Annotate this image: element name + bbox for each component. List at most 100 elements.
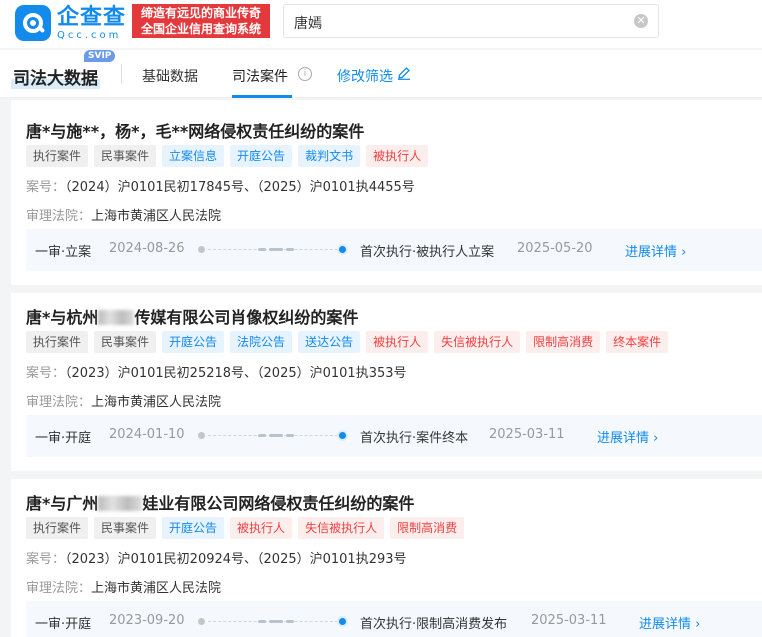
slogan-banner: 缔造有远见的商业传奇 全国企业信用查询系统 <box>132 4 270 38</box>
court-row: 审理法院：上海市黄浦区人民法院 <box>26 577 221 596</box>
case-tag[interactable]: 终本案件 <box>606 331 669 353</box>
court-name: 上海市黄浦区人民法院 <box>91 209 222 224</box>
slogan-line-2: 全国企业信用查询系统 <box>140 22 261 36</box>
court-label: 审理法院： <box>26 581 92 596</box>
case-number: （2024）沪0101民初17845号、（2025）沪0101执4455号 <box>65 180 415 195</box>
tag-list: 执行案件 民事案件 开庭公告 法院公告 送达公告 被执行人 失信被执行人 限制高… <box>26 331 669 353</box>
case-tag[interactable]: 开庭公告 <box>230 145 293 167</box>
search-logo-icon <box>15 5 51 41</box>
case-timeline: 一审·开庭 2024-01-10 首次执行·案件终本 2025-03-11 进展… <box>26 415 762 457</box>
timeline-end-dot <box>337 430 348 441</box>
case-title[interactable]: 唐*与广州 娃业有限公司网络侵权责任纠纷的案件 <box>26 490 414 514</box>
tab-basic-data[interactable]: 基础数据 <box>142 66 198 86</box>
case-number-row: 案号：（2023）沪0101民初25218号、（2025）沪0101执353号 <box>26 362 407 381</box>
timeline-dash <box>286 434 294 437</box>
case-title[interactable]: 唐*与杭州 传媒有限公司肖像权纠纷的案件 <box>26 304 358 328</box>
search-box[interactable]: 唐嫣 ✕ <box>283 4 659 38</box>
timeline-end-stage: 首次执行·限制高消费发布 <box>360 617 508 632</box>
page-title: 司法大数据 <box>11 64 100 89</box>
clear-icon[interactable]: ✕ <box>634 14 648 28</box>
progress-details-link[interactable]: 进展详情 › <box>625 241 686 260</box>
timeline-start-dot <box>198 246 205 253</box>
court-row: 审理法院：上海市黄浦区人民法院 <box>26 391 221 410</box>
timeline-start-stage: 一审·开庭 <box>35 617 92 632</box>
timeline-end-dot <box>337 616 348 627</box>
timeline-dash <box>258 248 266 251</box>
court-label: 审理法院： <box>26 395 92 410</box>
timeline-start-dot <box>198 618 205 625</box>
redacted-text <box>98 310 135 325</box>
court-row: 审理法院：上海市黄浦区人民法院 <box>26 205 221 224</box>
case-number: （2023）沪0101民初25218号、（2025）沪0101执353号 <box>65 366 407 381</box>
case-tag[interactable]: 被执行人 <box>366 145 429 167</box>
case-tag[interactable]: 立案信息 <box>162 145 225 167</box>
progress-details-label: 进展详情 <box>625 245 678 260</box>
case-tag[interactable]: 开庭公告 <box>162 517 225 539</box>
tab-bar: 司法大数据 SVIP 基础数据 司法案件 i 修改筛选 <box>0 50 762 98</box>
timeline-start-stage: 一审·开庭 <box>35 431 92 446</box>
slogan-line-1: 缔造有远见的商业传奇 <box>140 6 261 20</box>
edit-icon[interactable] <box>397 66 411 80</box>
case-tag: 民事案件 <box>94 517 157 539</box>
card-divider <box>11 471 762 479</box>
timeline-end-stage: 首次执行·被执行人立案 <box>360 245 495 260</box>
case-tag[interactable]: 限制高消费 <box>526 331 601 353</box>
svip-badge: SVIP <box>84 50 116 62</box>
card-divider <box>11 285 762 293</box>
chevron-right-icon: › <box>681 245 687 260</box>
case-tag[interactable]: 被执行人 <box>366 331 429 353</box>
case-card[interactable]: 唐*与施**，杨*，毛**网络侵权责任纠纷的案件 执行案件 民事案件 立案信息 … <box>11 100 762 285</box>
case-tag[interactable]: 限制高消费 <box>390 517 465 539</box>
timeline-dash <box>286 620 294 623</box>
timeline-end-date: 2025-03-11 <box>489 427 565 442</box>
case-title-prefix: 唐*与广州 <box>26 494 99 513</box>
active-tab-indicator <box>232 95 292 98</box>
edit-filter-link[interactable]: 修改筛选 <box>337 66 393 86</box>
tag-list: 执行案件 民事案件 立案信息 开庭公告 裁判文书 被执行人 <box>26 145 429 167</box>
search-input[interactable]: 唐嫣 <box>294 13 322 33</box>
chevron-right-icon: › <box>653 431 659 446</box>
info-icon[interactable]: i <box>298 67 312 81</box>
case-title-prefix: 唐*与杭州 <box>26 308 99 327</box>
court-name: 上海市黄浦区人民法院 <box>91 581 222 596</box>
case-number-row: 案号：（2023）沪0101民初20924号、（2025）沪0101执293号 <box>26 548 407 567</box>
progress-details-link[interactable]: 进展详情 › <box>597 427 658 446</box>
timeline-start-date: 2024-01-10 <box>109 427 185 442</box>
case-timeline: 一审·开庭 2023-09-20 首次执行·限制高消费发布 2025-03-11… <box>26 601 762 637</box>
timeline-dash <box>258 434 266 437</box>
court-name: 上海市黄浦区人民法院 <box>91 395 222 410</box>
tab-judicial-cases[interactable]: 司法案件 <box>232 66 288 86</box>
timeline-end-dot <box>337 244 348 255</box>
timeline-dash <box>269 434 283 437</box>
court-label: 审理法院： <box>26 209 92 224</box>
logo-name: 企查查 <box>57 4 127 30</box>
case-tag[interactable]: 失信被执行人 <box>298 517 385 539</box>
timeline-end-date: 2025-03-11 <box>531 613 607 628</box>
logo-domain: Qcc.com <box>57 29 122 41</box>
timeline-start-date: 2023-09-20 <box>109 613 185 628</box>
timeline-dash <box>269 248 283 251</box>
case-tag[interactable]: 失信被执行人 <box>434 331 521 353</box>
case-title[interactable]: 唐*与施**，杨*，毛**网络侵权责任纠纷的案件 <box>26 118 364 142</box>
redacted-text <box>98 496 143 511</box>
case-card[interactable]: 唐*与杭州 传媒有限公司肖像权纠纷的案件 执行案件 民事案件 开庭公告 法院公告 … <box>11 293 762 471</box>
logo[interactable]: 企查查 Qcc.com <box>15 5 126 41</box>
case-tag[interactable]: 裁判文书 <box>298 145 361 167</box>
case-number-label: 案号： <box>26 366 66 381</box>
case-title-suffix: 娃业有限公司网络侵权责任纠纷的案件 <box>142 494 415 513</box>
case-tag: 执行案件 <box>26 517 89 539</box>
timeline-dash <box>269 620 283 623</box>
case-tag[interactable]: 开庭公告 <box>162 331 225 353</box>
timeline-start-dot <box>198 432 205 439</box>
timeline-start-stage: 一审·立案 <box>35 245 92 260</box>
case-tag[interactable]: 送达公告 <box>298 331 361 353</box>
progress-details-label: 进展详情 <box>639 617 692 632</box>
case-card[interactable]: 唐*与广州 娃业有限公司网络侵权责任纠纷的案件 执行案件 民事案件 开庭公告 被执… <box>11 479 762 637</box>
progress-details-link[interactable]: 进展详情 › <box>639 613 700 632</box>
case-number-row: 案号：（2024）沪0101民初17845号、（2025）沪0101执4455号 <box>26 176 415 195</box>
case-tag[interactable]: 被执行人 <box>230 517 293 539</box>
divider <box>121 64 122 84</box>
case-tag: 执行案件 <box>26 331 89 353</box>
case-title-suffix: 传媒有限公司肖像权纠纷的案件 <box>134 308 359 327</box>
case-tag[interactable]: 法院公告 <box>230 331 293 353</box>
